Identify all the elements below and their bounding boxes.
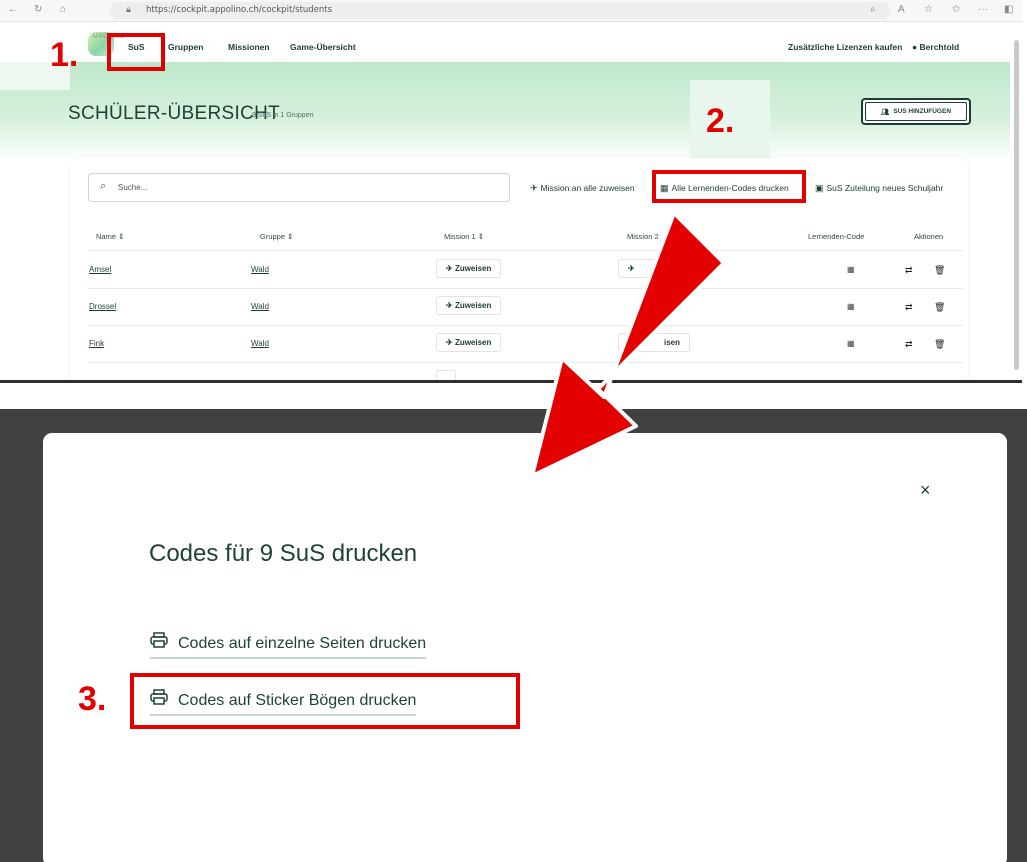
more-icon[interactable]: ··· bbox=[978, 4, 988, 16]
sort-icon: ⇕ bbox=[118, 232, 125, 241]
page-subtitle: 9 SuS in 1 Gruppen bbox=[252, 112, 314, 119]
delete-icon[interactable]: 🗑︎ bbox=[934, 302, 945, 313]
add-students-button[interactable]: 👥︎ SUS HINZUFÜGEN bbox=[861, 98, 971, 125]
url-text: https://cockpit.appolino.ch/cockpit/stud… bbox=[146, 5, 333, 15]
lock-icon: 🔒︎ bbox=[126, 4, 131, 14]
header-name[interactable]: Name ⇕ bbox=[96, 232, 124, 241]
highlight-sus-nav bbox=[107, 33, 165, 71]
student-name[interactable]: Drossel bbox=[89, 302, 116, 311]
header-code: Lernenden-Code bbox=[808, 232, 865, 241]
student-group[interactable]: Wald bbox=[251, 265, 269, 274]
student-name[interactable]: Amsel bbox=[89, 265, 111, 274]
browser-toolbar: ← ↻ ⌂ 🔒︎ https://cockpit.appolino.ch/coc… bbox=[0, 0, 1022, 22]
student-name[interactable]: Fink bbox=[89, 339, 104, 348]
bag-icon: ▣ bbox=[815, 183, 824, 193]
rocket-icon: ✈ bbox=[530, 183, 538, 193]
new-school-year-button[interactable]: ▣ SuS Zuteilung neues Schuljahr bbox=[815, 183, 943, 194]
header-mission1-label: Mission 1 bbox=[444, 232, 476, 241]
delete-icon[interactable]: 🗑︎ bbox=[934, 265, 945, 276]
search-input[interactable] bbox=[88, 173, 510, 202]
assign-all-button[interactable]: ✈ Mission an alle zuweisen bbox=[530, 183, 635, 194]
search-placeholder: Suche... bbox=[118, 183, 148, 192]
user-menu[interactable]: ● Berchtold bbox=[912, 42, 959, 52]
tutorial-canvas: ← ↻ ⌂ 🔒︎ https://cockpit.appolino.ch/coc… bbox=[0, 0, 1027, 862]
new-year-label: SuS Zuteilung neues Schuljahr bbox=[826, 183, 944, 193]
highlight-print-codes bbox=[652, 170, 806, 203]
assign-mission-button[interactable]: ✈ Zuweisen bbox=[436, 259, 502, 278]
assign-label: isen bbox=[663, 338, 680, 347]
sort-icon: ⇕ bbox=[287, 232, 294, 241]
header-gruppe-label: Gruppe bbox=[260, 232, 286, 241]
user-name: Berchtold bbox=[919, 42, 960, 52]
read-aloud-icon[interactable]: A bbox=[898, 4, 905, 16]
step-1-label: 1. bbox=[50, 36, 79, 74]
reload-icon[interactable]: ↻ bbox=[34, 4, 42, 16]
step-2-label: 2. bbox=[706, 102, 735, 140]
header-aktionen: Aktionen bbox=[914, 232, 944, 241]
assign-mission-button[interactable]: ✈ Zuweisen bbox=[436, 333, 502, 352]
zoom-icon[interactable]: ⌕ bbox=[870, 4, 876, 16]
student-group[interactable]: Wald bbox=[251, 302, 269, 311]
rocket-icon: ✈ bbox=[628, 264, 635, 273]
assign-mission-button-partial[interactable] bbox=[436, 370, 456, 380]
qr-code-icon[interactable]: ▦ bbox=[847, 302, 855, 311]
nav-missionen[interactable]: Missionen bbox=[228, 42, 270, 52]
assign-label: Zuweisen bbox=[454, 338, 492, 347]
page-title: SCHÜLER-ÜBERSICHT bbox=[68, 103, 281, 124]
header-gruppe[interactable]: Gruppe ⇕ bbox=[260, 232, 293, 241]
user-icon: ● bbox=[912, 42, 918, 52]
close-icon[interactable]: × bbox=[920, 480, 931, 500]
home-icon[interactable]: ⌂ bbox=[60, 4, 66, 16]
student-group[interactable]: Wald bbox=[251, 339, 269, 348]
favorite-icon[interactable]: ☆ bbox=[924, 4, 933, 16]
rocket-icon: ✈ bbox=[446, 264, 455, 273]
row-divider bbox=[88, 288, 964, 289]
printer-icon bbox=[150, 632, 168, 653]
move-icon[interactable]: ⇄ bbox=[905, 302, 913, 313]
move-icon[interactable]: ⇄ bbox=[905, 339, 913, 350]
assign-mission2-button[interactable]: isen bbox=[618, 333, 690, 352]
rocket-icon: ✈ bbox=[446, 301, 455, 310]
add-button-frame bbox=[865, 102, 967, 121]
qr-code-icon[interactable]: ▦ bbox=[847, 265, 855, 274]
dialog-title: Codes für 9 SuS drucken bbox=[149, 540, 418, 567]
header-mission2[interactable]: Mission 2 bbox=[627, 232, 659, 241]
qr-code-icon[interactable]: ▦ bbox=[847, 339, 855, 348]
row-divider bbox=[88, 325, 964, 326]
assign-label: Zuweisen bbox=[454, 264, 492, 273]
assign-label: Zuweisen bbox=[454, 301, 492, 310]
rocket-icon: ✈ bbox=[446, 338, 455, 347]
print-single-pages-link[interactable]: Codes auf einzelne Seiten drucken bbox=[150, 632, 427, 659]
sort-icon: ⇕ bbox=[477, 232, 485, 241]
back-icon[interactable]: ← bbox=[8, 4, 18, 16]
sidebar-icon[interactable]: ◧ bbox=[1004, 4, 1013, 16]
assign-mission2-button[interactable]: ✈ bbox=[618, 259, 688, 278]
move-icon[interactable]: ⇄ bbox=[905, 265, 913, 276]
favorites-list-icon[interactable]: ✩ bbox=[952, 4, 960, 16]
scrollbar[interactable] bbox=[1014, 40, 1019, 370]
assign-mission-button[interactable]: ✈ Zuweisen bbox=[436, 296, 502, 315]
header-mission2-label: Mission 2 bbox=[627, 232, 659, 241]
row-divider bbox=[88, 250, 964, 251]
buy-licenses-link[interactable]: Zusätzliche Lizenzen kaufen bbox=[788, 42, 902, 52]
row-divider bbox=[88, 362, 964, 363]
header-name-label: Name bbox=[96, 232, 117, 241]
nav-gruppen[interactable]: Gruppen bbox=[168, 42, 203, 52]
header-mission1[interactable]: Mission 1 ⇕ bbox=[444, 232, 484, 241]
search-icon: ⌕ bbox=[100, 180, 107, 192]
step-3-label: 3. bbox=[78, 680, 107, 718]
assign-all-label: Mission an alle zuweisen bbox=[540, 183, 635, 193]
delete-icon[interactable]: 🗑︎ bbox=[934, 339, 945, 350]
highlight-sticker-option bbox=[130, 673, 520, 729]
print-single-label: Codes auf einzelne Seiten drucken bbox=[178, 635, 427, 652]
nav-game-uebersicht[interactable]: Game-Übersicht bbox=[290, 42, 356, 52]
